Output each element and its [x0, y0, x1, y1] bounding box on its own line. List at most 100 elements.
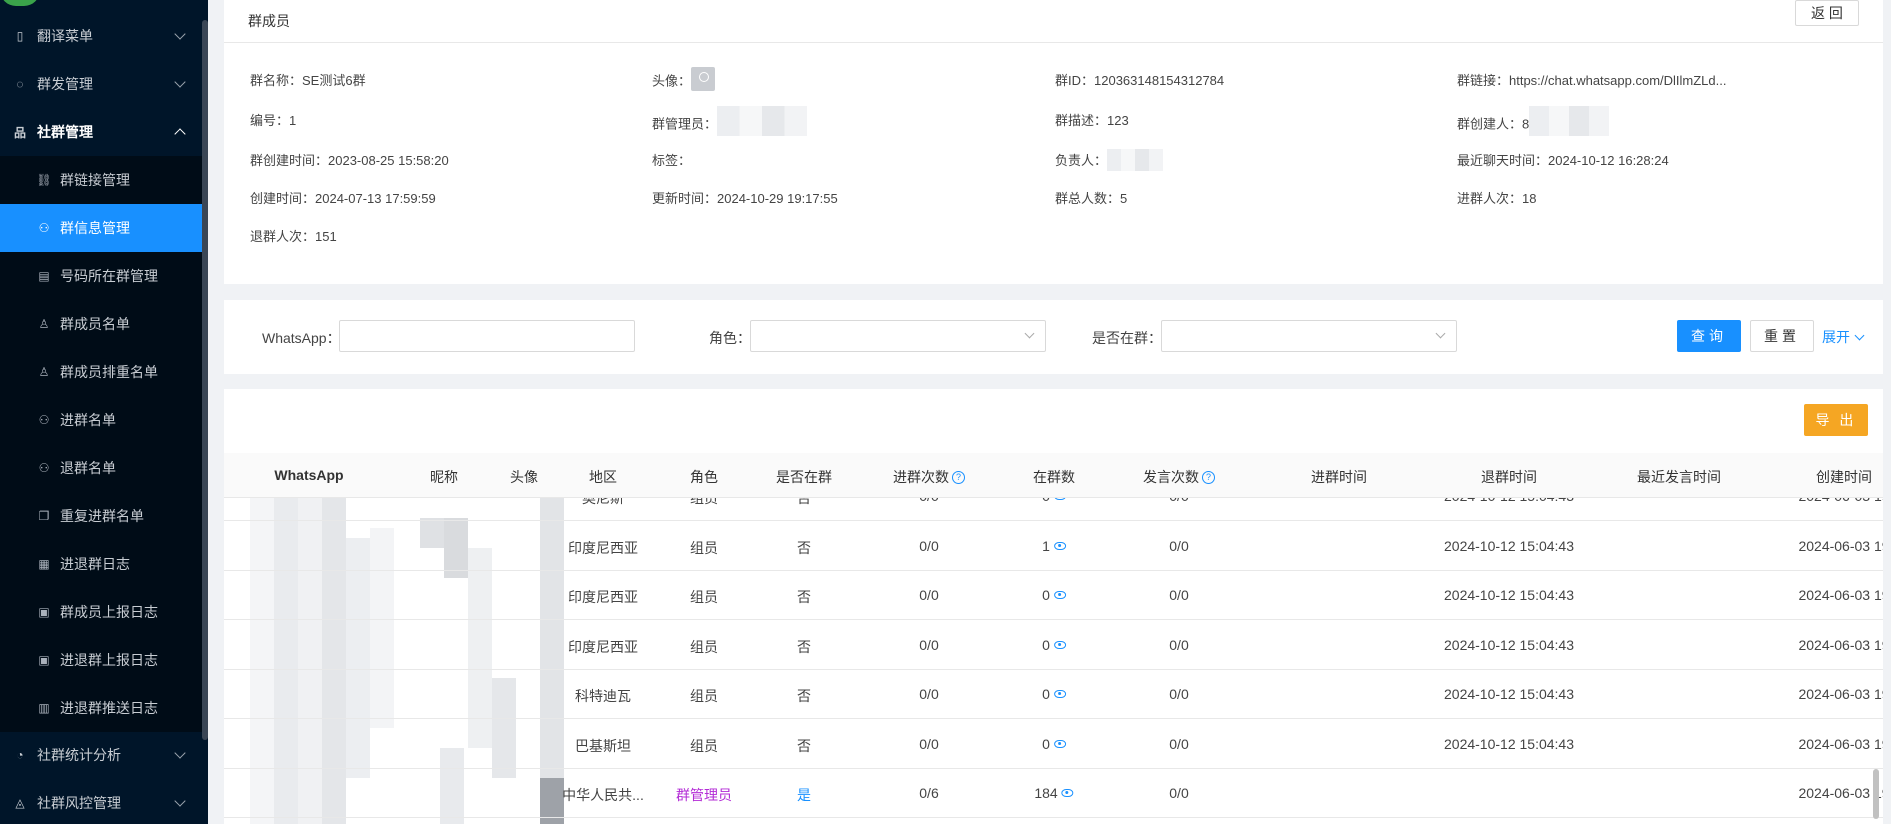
menu-translate[interactable]: ▯ 翻译菜单: [0, 12, 202, 60]
sidebar-item-join-leave-log[interactable]: ▦ 进退群日志: [0, 540, 202, 588]
cell-in-groups[interactable]: 1: [1042, 538, 1066, 554]
col-nickname[interactable]: 昵称: [430, 467, 458, 487]
cell-text: 0: [1042, 686, 1050, 702]
leave-count: 退群人次：151: [250, 229, 337, 244]
cell-in-group: 否: [797, 686, 811, 706]
table-scrollbar[interactable]: [1873, 769, 1879, 819]
sidebar-item-members-dedup[interactable]: ♙ 群成员排重名单: [0, 348, 202, 396]
chat-icon: ◌: [16, 77, 24, 91]
cell-text: 2024-10-12 15:04:43: [1444, 498, 1574, 504]
cell-text: 否: [797, 540, 811, 556]
col-in-group[interactable]: 是否在群: [776, 467, 832, 487]
cell-region: 印度尼西亚: [568, 637, 638, 657]
help-icon[interactable]: ?: [1202, 470, 1215, 484]
group-created-time: 群创建时间：2023-08-25 15:58:20: [250, 153, 449, 168]
whatsapp-input[interactable]: [339, 320, 635, 352]
sidebar-scrollbar[interactable]: [202, 20, 208, 740]
cell-text: 组员: [690, 540, 718, 556]
group-description: 群描述：123: [1055, 113, 1129, 128]
cell-speak: 0/0: [1169, 587, 1188, 603]
eye-icon[interactable]: [1053, 498, 1066, 501]
col-in-groups[interactable]: 在群数: [1033, 467, 1075, 487]
col-speak-count[interactable]: 发言次数?: [1143, 467, 1215, 487]
eye-icon[interactable]: [1053, 542, 1066, 551]
sidebar-item-member-report-log[interactable]: ▣ 群成员上报日志: [0, 588, 202, 636]
list-icon: ▥: [38, 701, 50, 715]
cell-created: 2024-06-03 19: [1798, 498, 1883, 504]
cell-region: 巴基斯坦: [575, 736, 631, 756]
sidebar-item-label: 进退群上报日志: [60, 652, 158, 668]
chevron-down-icon: [1435, 328, 1446, 339]
help-icon[interactable]: ?: [952, 470, 965, 484]
cell-region: 科特迪瓦: [575, 686, 631, 706]
cell-in-groups[interactable]: 0: [1042, 637, 1066, 653]
creator-label: 群创建人：8: [1457, 116, 1530, 132]
sidebar-item-label: 重复进群名单: [60, 508, 144, 524]
cell-in-group: 是: [797, 785, 811, 805]
document-icon: ▯: [16, 29, 24, 43]
cell-role: 组员: [690, 686, 718, 706]
sidebar-item-join-leave-report-log[interactable]: ▣ 进退群上报日志: [0, 636, 202, 684]
table-row: 科特迪瓦 组员 否 0/0 0 0/0 2024-10-12 15:04:43 2024-06…: [224, 669, 1883, 719]
col-region[interactable]: 地区: [589, 467, 617, 487]
cell-text: 0/0: [919, 538, 939, 554]
sidebar-item-label: 进群名单: [60, 412, 116, 428]
expand-toggle[interactable]: 展开: [1822, 327, 1865, 347]
sidebar-item-repeat-join[interactable]: ❐ 重复进群名单: [0, 492, 202, 540]
card-icon: ▤: [38, 269, 50, 283]
cell-in-group: 否: [797, 637, 811, 657]
query-button[interactable]: 查询: [1677, 320, 1741, 352]
eye-icon[interactable]: [1061, 789, 1074, 798]
col-role[interactable]: 角色: [690, 467, 718, 487]
col-join-time[interactable]: 进群时间: [1311, 467, 1367, 487]
group-name: 群名称：SE测试6群: [250, 73, 366, 88]
cell-leave-time: 2024-10-12 15:04:43: [1444, 587, 1574, 603]
whatsapp-label: WhatsApp：: [262, 330, 341, 346]
cell-speak: 0/0: [1169, 736, 1188, 752]
cell-in-groups[interactable]: 0: [1042, 686, 1066, 702]
col-avatar[interactable]: 头像: [510, 467, 538, 487]
cell-in-groups[interactable]: 0: [1042, 587, 1066, 603]
eye-icon[interactable]: [1053, 740, 1066, 749]
cell-text: 印度尼西亚: [568, 639, 638, 655]
menu-label: 社群风控管理: [37, 795, 121, 811]
sidebar-item-join-list[interactable]: ⚇ 进群名单: [0, 396, 202, 444]
eye-icon[interactable]: [1053, 591, 1066, 600]
cell-join-count: 0/0: [919, 587, 938, 603]
group-avatar: 头像：: [652, 67, 716, 94]
sidebar-item-join-leave-push-log[interactable]: ▥ 进退群推送日志: [0, 684, 202, 732]
sidebar-item-leave-list[interactable]: ⚇ 退群名单: [0, 444, 202, 492]
cell-in-groups[interactable]: 0: [1042, 736, 1066, 752]
col-created[interactable]: 创建时间: [1816, 467, 1872, 487]
cell-join-count: 0/0: [919, 686, 938, 702]
menu-community[interactable]: 品 社群管理: [0, 108, 202, 156]
sidebar-item-number-groups[interactable]: ▤ 号码所在群管理: [0, 252, 202, 300]
cell-in-groups[interactable]: 0: [1042, 498, 1066, 504]
cell-in-groups[interactable]: 184: [1034, 785, 1074, 801]
group-link[interactable]: 群链接：https://chat.whatsapp.com/DlIlmZLd..…: [1457, 70, 1726, 89]
user-out-icon: ⚇: [38, 461, 50, 475]
reset-button[interactable]: 重置: [1750, 320, 1814, 352]
col-last-speak[interactable]: 最近发言时间: [1637, 467, 1721, 487]
menu-community-stats[interactable]: ◔ 社群统计分析: [0, 731, 202, 779]
sidebar-item-group-info[interactable]: ⚇ 群信息管理: [0, 204, 202, 252]
admins-label: 群管理员：: [652, 116, 718, 132]
sidebar-item-members[interactable]: ♙ 群成员名单: [0, 300, 202, 348]
col-join-count[interactable]: 进群次数?: [893, 467, 965, 487]
eye-icon[interactable]: [1053, 641, 1066, 650]
menu-community-risk[interactable]: ◬ 社群风控管理: [0, 779, 202, 824]
back-button[interactable]: 返 回: [1795, 0, 1859, 26]
cell-text: 2024-06-03 19: [1798, 587, 1883, 603]
export-button[interactable]: 导 出: [1804, 404, 1868, 436]
col-leave-time[interactable]: 退群时间: [1481, 467, 1537, 487]
sidebar-item-group-links[interactable]: ⛓ 群链接管理: [0, 156, 202, 204]
avatar[interactable]: [691, 67, 716, 91]
cell-text: 2024-06-03 19: [1798, 498, 1883, 504]
col-whatsapp[interactable]: WhatsApp: [274, 467, 343, 483]
chevron-down-icon: [1024, 328, 1035, 339]
cell-region: 奥尼斯: [582, 498, 624, 508]
role-select[interactable]: [750, 320, 1046, 352]
menu-mass-send[interactable]: ◌ 群发管理: [0, 60, 202, 108]
in-group-select[interactable]: [1161, 320, 1457, 352]
eye-icon[interactable]: [1053, 690, 1066, 699]
